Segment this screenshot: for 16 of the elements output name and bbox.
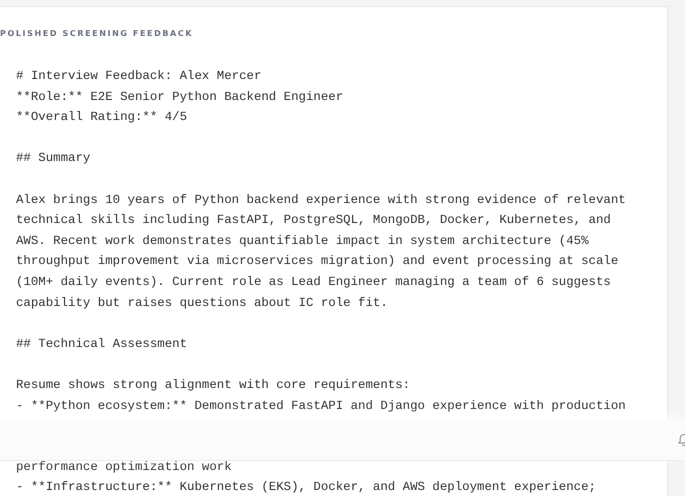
text-line: throughput improvement via microservices migration) and event processing at scale <box>16 253 618 270</box>
text-line: performance optimization work <box>16 458 232 476</box>
text-line: capability but raises questions about IC role fit. <box>16 294 388 312</box>
section-heading: POLISHED SCREENING FEEDBACK <box>0 28 194 39</box>
text-line: AWS. Recent work demonstrates quantifiable impact in system architecture (45% <box>16 232 589 250</box>
text-line: - **Python ecosystem:** Demonstrated FastAPI and Django experience with production <box>16 398 626 414</box>
text-line: ## Summary <box>16 150 90 168</box>
text-line: **Role:** E2E Senior Python Backend Engineer <box>16 88 344 106</box>
text-line: (10M+ daily events). Current role as Lead Engineer managing a team of 6 suggests <box>16 274 611 291</box>
text-line: technical skills including FastAPI, PostgreSQL, MongoDB, Docker, Kubernetes, and <box>16 212 611 230</box>
text-line: # Interview Feedback: Alex Mercer <box>16 68 262 85</box>
text-line: ## Technical Assessment <box>16 336 188 353</box>
text-line: Alex brings 10 years of Python backend experience with strong evidence of relevant <box>16 192 626 209</box>
text-line: Resume shows strong alignment with core requirements: <box>16 376 410 394</box>
text-line: **Overall Rating:** 4/5 <box>16 109 188 126</box>
text-line: - **Infrastructure:** Kubernetes (EKS), Docker, and AWS deployment experience; <box>16 479 596 496</box>
